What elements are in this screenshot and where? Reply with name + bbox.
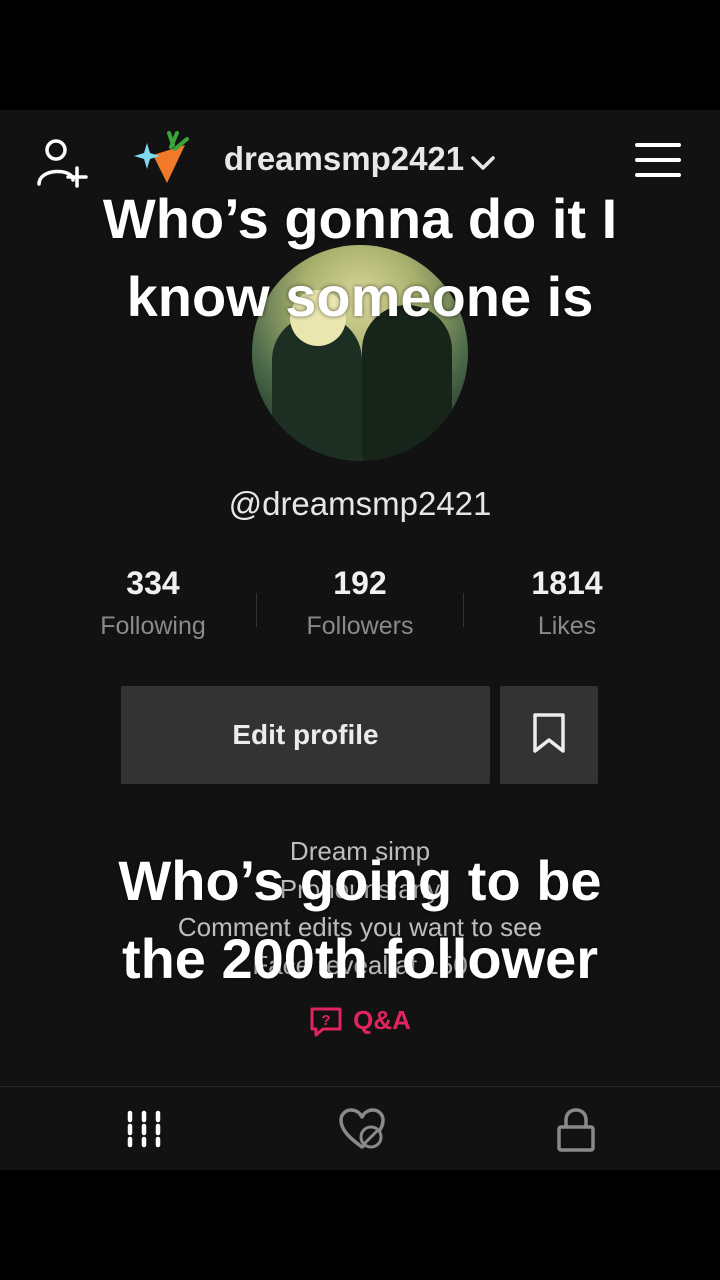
edit-profile-button[interactable]: Edit profile — [121, 686, 490, 784]
liked-hidden-icon — [338, 1108, 386, 1155]
tab-private[interactable] — [556, 1107, 596, 1158]
caption-bottom: Who’s going to be the 200th follower — [0, 842, 720, 998]
stats-row: 334 Following 192 Followers 1814 Likes — [50, 565, 670, 655]
stat-followers[interactable]: 192 Followers — [257, 565, 463, 655]
caption-line: Who’s gonna do it I — [102, 187, 618, 250]
bookmark-icon — [531, 712, 567, 759]
menu-icon[interactable] — [630, 134, 686, 186]
caption-line: know someone is — [126, 265, 594, 328]
tab-videos[interactable] — [124, 1107, 164, 1156]
qa-label: Q&A — [353, 1005, 411, 1035]
stat-value: 192 — [333, 565, 387, 601]
username-title: dreamsmp2421 — [223, 140, 465, 177]
stat-label: Followers — [306, 612, 414, 640]
caption-top: Who’s gonna do it I know someone is — [0, 180, 720, 336]
stat-value: 1814 — [531, 565, 603, 601]
profile-handle: @dreamsmp2421 — [228, 485, 492, 522]
stat-following[interactable]: 334 Following — [50, 565, 256, 655]
qa-link[interactable]: ? Q&A — [0, 1005, 720, 1038]
stat-label: Likes — [537, 612, 597, 640]
stat-likes[interactable]: 1814 Likes — [464, 565, 670, 655]
account-switcher[interactable]: dreamsmp2421 — [0, 140, 720, 180]
favorites-button[interactable] — [500, 686, 598, 784]
svg-text:?: ? — [322, 1012, 331, 1029]
profile-tabs — [0, 1086, 720, 1171]
lock-icon — [556, 1108, 596, 1157]
grid-icon — [124, 1110, 164, 1155]
qa-icon: ? — [309, 1005, 353, 1037]
caption-line: the 200th follower — [121, 927, 599, 990]
chevron-down-icon — [470, 142, 496, 180]
profile-screen: dreamsmp2421 @dreamsmp2421 334 Following… — [0, 110, 720, 1170]
tab-liked[interactable] — [338, 1107, 386, 1156]
stat-label: Following — [100, 612, 206, 640]
caption-line: Who’s going to be — [118, 849, 602, 912]
stat-value: 334 — [126, 565, 180, 601]
